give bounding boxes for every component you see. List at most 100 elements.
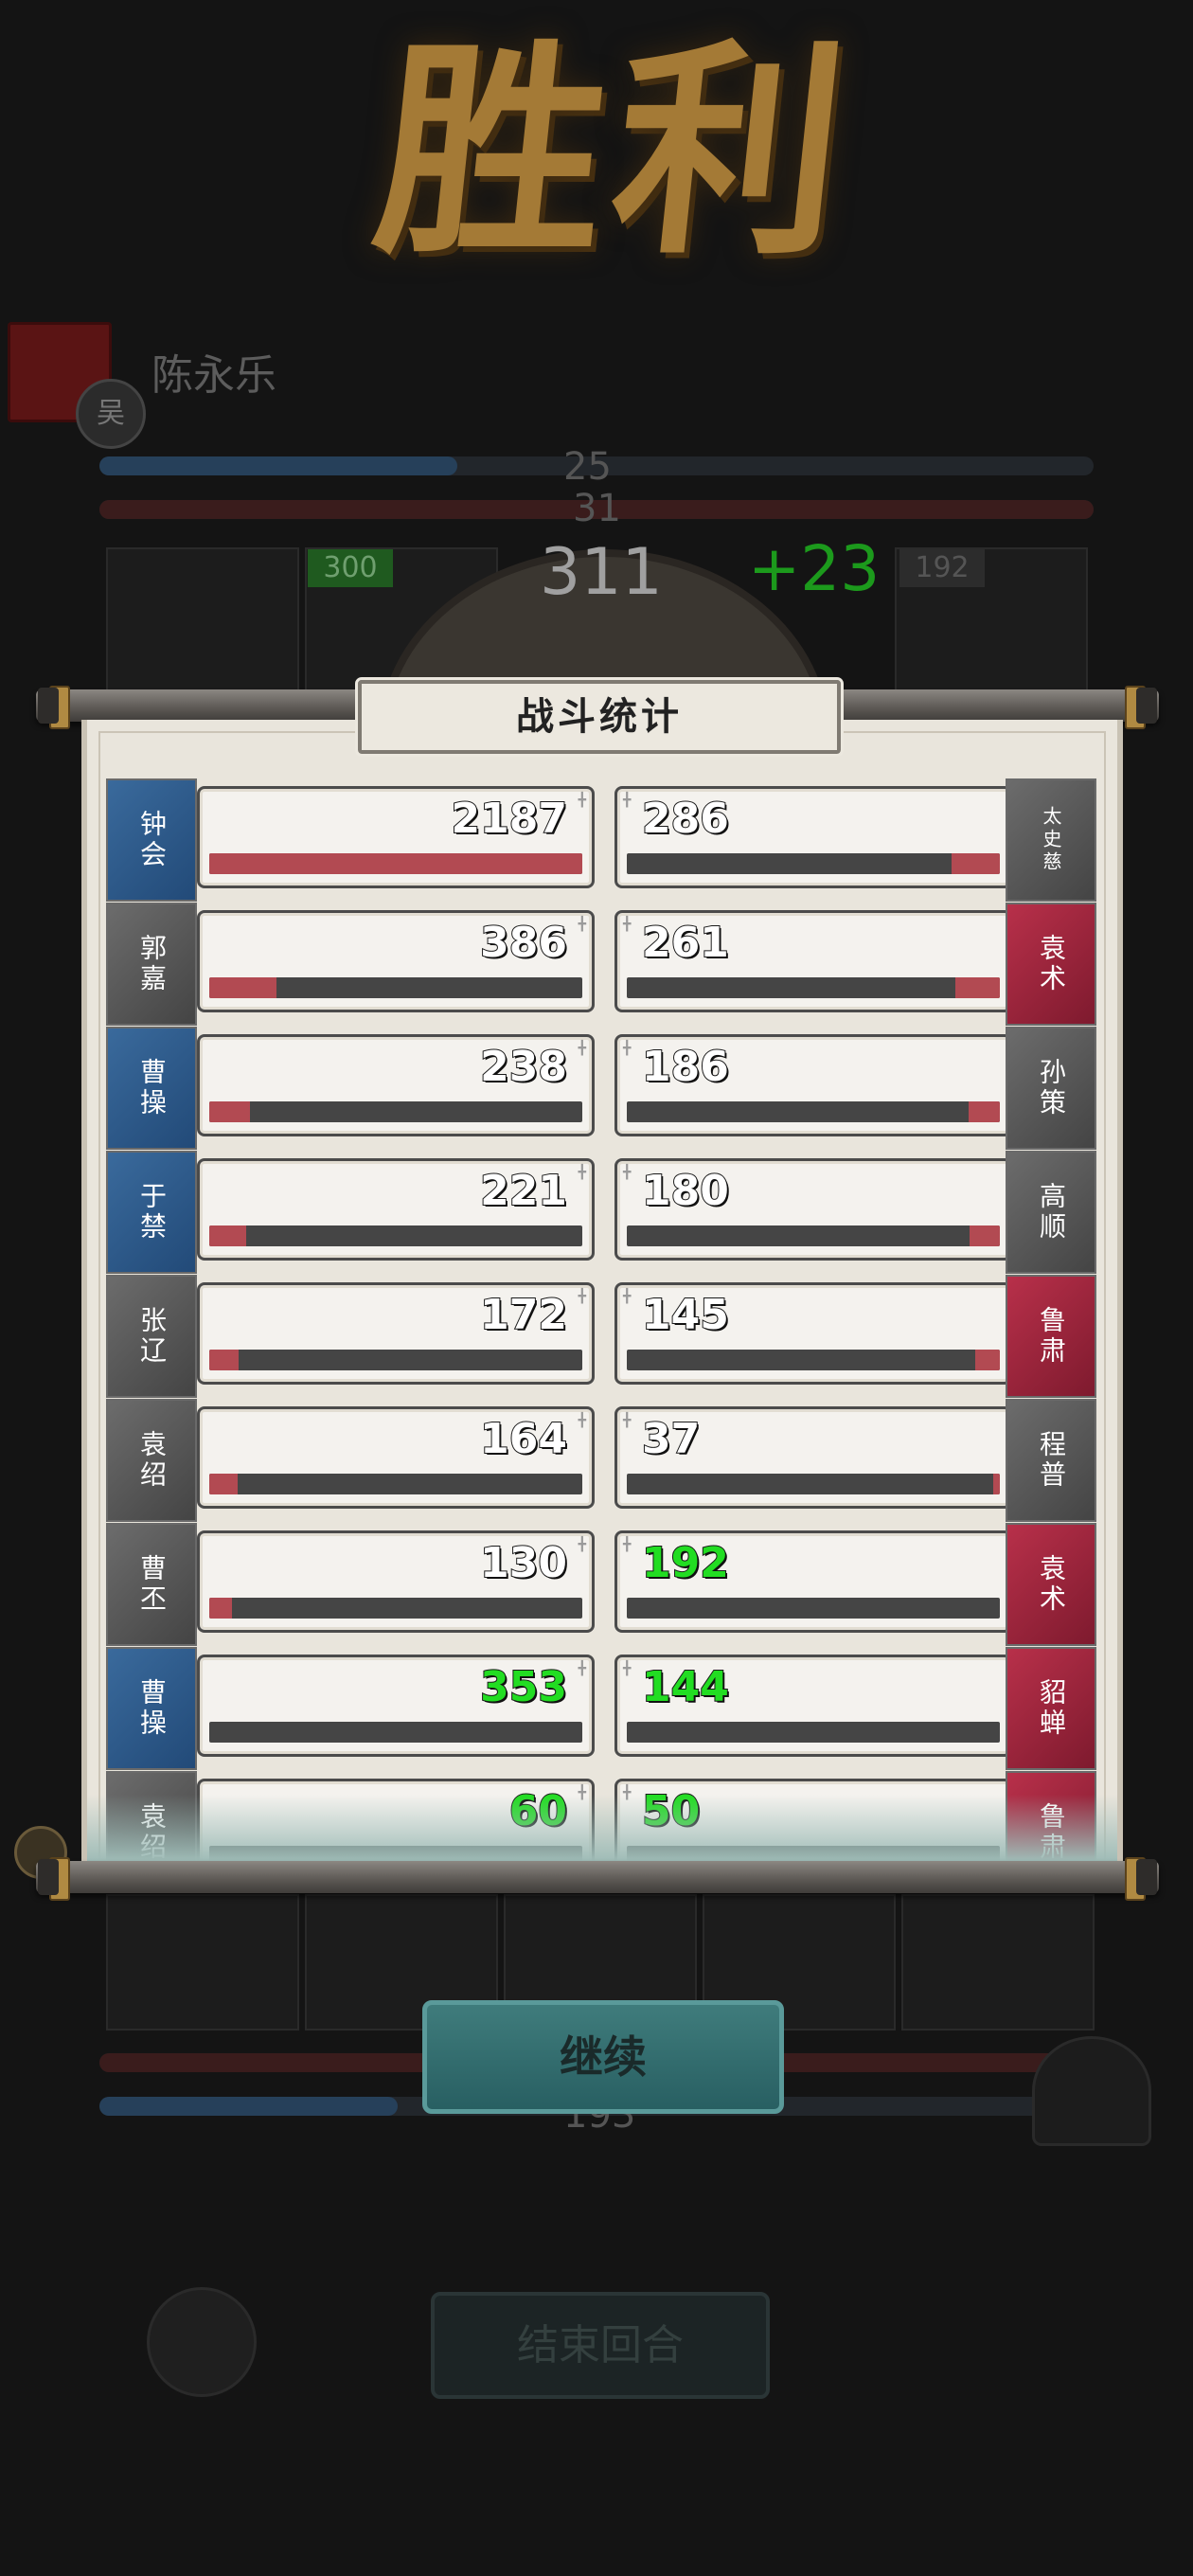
right-damage-bar (627, 1350, 1000, 1370)
left-hero-portrait[interactable]: 袁绍 (106, 1399, 197, 1522)
right-damage-box: ╋ 144 (614, 1655, 1012, 1757)
stats-row: 袁绍 ╋ 164 ╋ 37 程普 (87, 1399, 1117, 1522)
stats-row: 曹丕 ╋ 130 ╋ 192 袁术 (87, 1523, 1117, 1646)
corner-ornament-icon: ╋ (623, 1165, 632, 1180)
scroll-rod-bottom (36, 1857, 1159, 1901)
corner-ornament-icon: ╋ (623, 1289, 632, 1304)
left-hero-portrait[interactable]: 曹丕 (106, 1523, 197, 1646)
player-avatar: 吴 (76, 379, 146, 449)
left-damage-bar (209, 1722, 582, 1743)
corner-ornament-icon: ╋ (623, 793, 632, 808)
right-damage-bar-fill (954, 977, 1000, 998)
corner-ornament-icon: ╋ (578, 793, 586, 808)
card-slot (106, 1894, 299, 2030)
right-hero-portrait[interactable]: 袁术 (1006, 903, 1096, 1026)
card-slot (901, 1894, 1095, 2030)
attack-badge: 300 (308, 549, 393, 587)
right-damage-value: 286 (641, 794, 730, 844)
stats-row: 钟会 ╋ 2187 ╋ 286 太史慈 (87, 778, 1117, 902)
left-damage-value: 172 (479, 1290, 568, 1340)
right-damage-box: ╋ 145 (614, 1282, 1012, 1385)
left-damage-bar (209, 1598, 582, 1619)
right-hero-portrait[interactable]: 袁术 (1006, 1523, 1096, 1646)
left-damage-box: ╋ 172 (197, 1282, 595, 1385)
left-hero-portrait[interactable]: 于禁 (106, 1151, 197, 1274)
left-hero-portrait[interactable]: 张辽 (106, 1275, 197, 1398)
right-hero-portrait[interactable]: 孙策 (1006, 1027, 1096, 1150)
left-damage-value: 238 (479, 1042, 568, 1092)
left-damage-box: ╋ 353 (197, 1655, 595, 1757)
left-damage-value: 221 (479, 1166, 568, 1216)
right-damage-bar-fill (975, 1350, 1000, 1370)
right-hero-portrait[interactable]: 太史慈 (1006, 778, 1096, 902)
corner-ornament-icon: ╋ (623, 1413, 632, 1428)
hp-gain: +23 (748, 532, 881, 605)
right-hero-portrait[interactable]: 高顺 (1006, 1151, 1096, 1274)
corner-ornament-icon: ╋ (578, 1041, 586, 1056)
stats-row: 曹操 ╋ 353 ╋ 144 貂蝉 (87, 1647, 1117, 1770)
right-damage-value: 261 (641, 918, 730, 968)
left-damage-value: 130 (479, 1538, 568, 1588)
left-damage-bar-fill (209, 1474, 238, 1494)
corner-ornament-icon: ╋ (623, 917, 632, 932)
left-damage-bar (209, 1101, 582, 1122)
stats-row: 张辽 ╋ 172 ╋ 145 鲁肃 (87, 1275, 1117, 1398)
right-damage-value: 192 (641, 1538, 730, 1588)
right-damage-bar (627, 977, 1000, 998)
left-damage-value: 353 (479, 1662, 568, 1712)
continue-button[interactable]: 继续 (422, 2000, 784, 2114)
right-damage-box: ╋ 180 (614, 1158, 1012, 1261)
left-damage-value: 164 (479, 1414, 568, 1464)
corner-ornament-icon: ╋ (578, 1413, 586, 1428)
left-damage-value: 386 (479, 918, 568, 968)
left-hero-portrait[interactable]: 郭嘉 (106, 903, 197, 1026)
victory-title: 胜利 (365, 18, 866, 285)
right-hero-portrait[interactable]: 程普 (1006, 1399, 1096, 1522)
hp-bar-value: 31 (573, 487, 621, 530)
battle-stats-panel[interactable]: 钟会 ╋ 2187 ╋ 286 太史慈 郭嘉 ╋ 386 ╋ 261 袁术 曹操 ╋ 238 ╋ 186 孙策 于禁… (81, 720, 1123, 1861)
left-hero-portrait[interactable]: 曹操 (106, 1647, 197, 1770)
shield-value: 25 (563, 445, 612, 489)
right-damage-box: ╋ 261 (614, 910, 1012, 1012)
corner-ornament-icon: ╋ (578, 1537, 586, 1552)
right-hero-portrait[interactable]: 貂蝉 (1006, 1647, 1096, 1770)
left-hero-portrait[interactable]: 曹操 (106, 1027, 197, 1150)
enemy-badge: 192 (899, 549, 985, 587)
right-damage-value: 144 (641, 1662, 730, 1712)
corner-ornament-icon: ╋ (578, 917, 586, 932)
left-damage-bar (209, 977, 582, 998)
corner-ornament-icon: ╋ (578, 1289, 586, 1304)
left-hero-portrait[interactable]: 钟会 (106, 778, 197, 902)
stats-row: 郭嘉 ╋ 386 ╋ 261 袁术 (87, 903, 1117, 1026)
right-damage-value: 186 (641, 1042, 730, 1092)
left-damage-bar-fill (209, 1598, 232, 1619)
left-damage-box: ╋ 130 (197, 1530, 595, 1633)
right-hero-portrait[interactable]: 鲁肃 (1006, 1275, 1096, 1398)
left-damage-bar-fill (209, 853, 582, 874)
corner-ornament-icon: ╋ (578, 1165, 586, 1180)
left-damage-value: 2187 (451, 794, 568, 844)
right-damage-bar-fill (951, 853, 1000, 874)
hp-total: 311 (540, 535, 663, 610)
card-slot (106, 547, 299, 703)
left-damage-bar (209, 853, 582, 874)
right-damage-box: ╋ 192 (614, 1530, 1012, 1633)
right-damage-value: 37 (641, 1414, 701, 1464)
corner-ornament-icon: ╋ (623, 1041, 632, 1056)
right-damage-bar (627, 1101, 1000, 1122)
right-damage-box: ╋ 37 (614, 1406, 1012, 1509)
left-damage-box: ╋ 221 (197, 1158, 595, 1261)
panel-title: 战斗统计 (355, 677, 844, 757)
right-damage-box: ╋ 186 (614, 1034, 1012, 1136)
left-damage-bar (209, 1350, 582, 1370)
right-damage-value: 180 (641, 1166, 730, 1216)
left-damage-bar-fill (209, 1350, 240, 1370)
left-damage-bar-fill (209, 977, 276, 998)
stats-row: 于禁 ╋ 221 ╋ 180 高顺 (87, 1151, 1117, 1274)
right-damage-bar (627, 1598, 1000, 1619)
right-damage-bar-fill (968, 1101, 1000, 1122)
corner-ornament-icon: ╋ (623, 1661, 632, 1676)
right-damage-bar (627, 1474, 1000, 1494)
left-damage-box: ╋ 164 (197, 1406, 595, 1509)
right-damage-box: ╋ 286 (614, 786, 1012, 888)
